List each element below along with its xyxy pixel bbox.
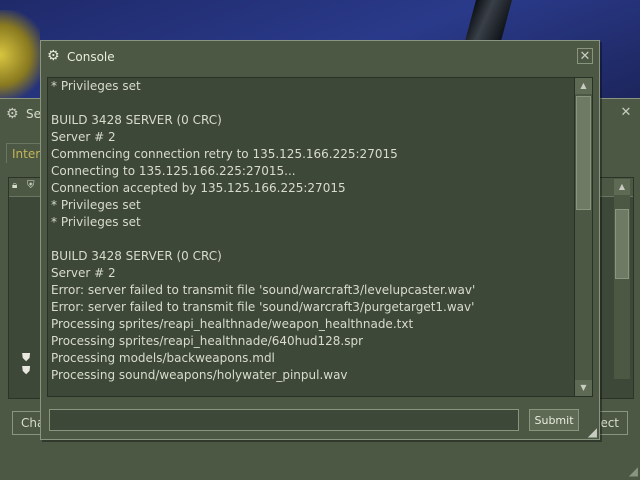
close-icon[interactable]: ✕ <box>577 48 593 64</box>
console-line: BUILD 3428 SERVER (0 CRC) <box>51 249 222 263</box>
console-scrollbar[interactable]: ▲ ▼ <box>574 78 592 396</box>
console-line: * Privileges set <box>51 79 141 93</box>
scroll-up-arrow-icon[interactable]: ▲ <box>614 179 630 195</box>
console-line: Processing models/backweapons.mdl <box>51 351 275 365</box>
scroll-up-arrow-icon[interactable]: ▲ <box>575 78 592 94</box>
resize-grip-icon[interactable]: ◢ <box>588 425 597 439</box>
console-line: Connecting to 135.125.166.225:27015... <box>51 164 296 178</box>
background-art-blade <box>463 0 513 45</box>
submit-button[interactable]: Submit <box>529 409 579 431</box>
console-window: ⚙ Console ✕ * Privileges set BUILD 3428 S… <box>40 40 600 440</box>
console-line: Server # 2 <box>51 266 116 280</box>
console-line: Error: server failed to transmit file 's… <box>51 300 475 314</box>
close-icon[interactable]: ✕ <box>618 105 634 121</box>
console-titlebar[interactable]: ⚙ Console ✕ <box>41 41 599 73</box>
server-browser-title: Se <box>26 107 41 121</box>
console-command-input[interactable] <box>49 409 519 431</box>
console-line: BUILD 3428 SERVER (0 CRC) <box>51 113 222 127</box>
steam-icon: ⚙ <box>47 48 60 64</box>
console-line: Server # 2 <box>51 130 116 144</box>
console-log-lines: * Privileges set BUILD 3428 SERVER (0 CRC… <box>51 78 571 384</box>
console-line: * Privileges set <box>51 198 141 212</box>
secure-icon[interactable]: ⛨ <box>27 180 35 191</box>
background-art-glow <box>0 10 40 100</box>
steam-icon: ⚙ <box>6 106 19 122</box>
console-line: Connection accepted by 135.125.166.225:2… <box>51 181 346 195</box>
console-line: * Privileges set <box>51 215 141 229</box>
shield-icon: ⛊ <box>22 351 31 364</box>
scrollbar-thumb[interactable] <box>615 209 629 279</box>
console-line: Processing sprites/reapi_healthnade/640h… <box>51 334 364 348</box>
scroll-down-arrow-icon[interactable]: ▼ <box>575 380 592 396</box>
resize-grip-icon[interactable]: ◢ <box>629 464 638 478</box>
lock-icon[interactable]: 🔒︎ <box>12 180 17 191</box>
shield-icon: ⛊ <box>22 364 31 377</box>
scrollbar-thumb[interactable] <box>576 96 591 210</box>
console-line: Processing sound/weapons/holywater_pinpu… <box>51 368 348 382</box>
console-line: Commencing connection retry to 135.125.1… <box>51 147 398 161</box>
console-line: Processing sprites/reapi_healthnade/weap… <box>51 317 414 331</box>
console-line: Error: server failed to transmit file 's… <box>51 283 476 297</box>
console-title: Console <box>67 50 115 64</box>
console-log[interactable]: * Privileges set BUILD 3428 SERVER (0 CRC… <box>47 77 593 397</box>
server-list-scrollbar[interactable]: ▲ <box>614 179 630 379</box>
